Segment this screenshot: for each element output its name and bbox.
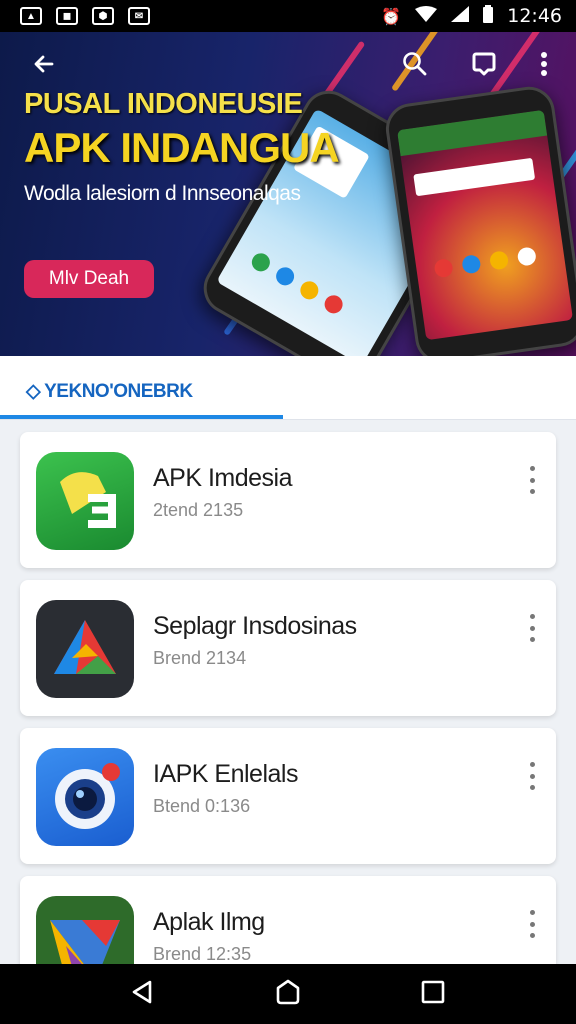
more-vert-icon xyxy=(540,51,548,82)
mail-icon: ✉ xyxy=(128,7,150,25)
top-app-bar xyxy=(0,46,576,86)
tab-active[interactable]: ◇ YEKNO'ONEBRK xyxy=(26,380,193,403)
tab-bar: ◇ YEKNO'ONEBRK xyxy=(0,356,576,420)
app-meta: Brend 12:35 xyxy=(153,944,252,964)
app-name: Seplagr Insdosinas xyxy=(153,612,357,640)
recents-square-icon xyxy=(421,980,445,1009)
app-meta: Brend 2134 xyxy=(153,648,247,668)
gallery-icon: ◼ xyxy=(56,7,78,25)
hero-title-line2: APK INDANGUA xyxy=(24,124,340,171)
tab-label: YEKNO'ONEBRK xyxy=(44,381,193,402)
nav-home-button[interactable] xyxy=(268,974,308,1014)
chevron-icon: ◇ xyxy=(26,381,41,402)
search-button[interactable] xyxy=(395,46,435,86)
app-name: Aplak Ilmg xyxy=(153,908,265,936)
notification-icons: ▲ ◼ ⬢ ✉ xyxy=(20,7,150,25)
phone-illustration-front xyxy=(382,83,576,356)
arrow-left-icon xyxy=(32,52,56,81)
wifi-icon xyxy=(415,6,438,26)
app-meta: 2tend 2135 xyxy=(153,500,244,520)
more-vert-icon[interactable] xyxy=(522,906,542,942)
list-item[interactable]: IAPK Enlelals Btend 0:136 xyxy=(20,728,556,864)
app-name: APK Imdesia xyxy=(153,464,293,492)
apk-green-icon xyxy=(36,452,134,550)
system-nav-bar xyxy=(0,964,576,1024)
tab-indicator xyxy=(0,415,283,419)
more-vert-icon[interactable] xyxy=(522,758,542,794)
list-item[interactable]: APK Imdesia 2tend 2135 xyxy=(20,432,556,568)
hero-subtitle: Wodla lalesiorn d Innseonalqas xyxy=(24,182,301,205)
list-item[interactable]: Seplagr Insdosinas Brend 2134 xyxy=(20,580,556,716)
hero-title-line1: PUSAL INDONEUSIE xyxy=(24,88,303,120)
shopping-bag-icon: ⬢ xyxy=(92,7,114,25)
more-vert-icon[interactable] xyxy=(522,610,542,646)
system-icons: ⏰ 12:46 xyxy=(381,5,562,27)
triangle-logo-icon xyxy=(36,600,134,698)
hero-cta-button[interactable]: Mlv Deah xyxy=(24,260,154,298)
status-bar: ▲ ◼ ⬢ ✉ ⏰ 12:46 xyxy=(0,0,576,32)
battery-icon xyxy=(483,5,494,27)
alarm-icon: ⏰ xyxy=(381,6,402,26)
app-meta: Btend 0:136 xyxy=(153,796,251,816)
search-icon xyxy=(402,51,428,82)
hero-banner: PUSAL INDONEUSIE APK INDANGUA Wodla lale… xyxy=(0,32,576,356)
nav-recents-button[interactable] xyxy=(413,974,453,1014)
clock: 12:46 xyxy=(507,5,562,27)
image-icon: ▲ xyxy=(20,7,42,25)
home-circle-icon xyxy=(274,978,302,1011)
nav-back-button[interactable] xyxy=(123,974,163,1014)
chat-button[interactable] xyxy=(464,46,504,86)
back-button[interactable] xyxy=(24,46,64,86)
more-vert-icon[interactable] xyxy=(522,462,542,498)
camera-lens-icon xyxy=(36,748,134,846)
chat-bubble-icon xyxy=(471,51,497,82)
app-name: IAPK Enlelals xyxy=(153,760,298,788)
back-triangle-icon xyxy=(130,979,156,1010)
more-options-button[interactable] xyxy=(524,46,564,86)
signal-icon xyxy=(451,6,470,26)
